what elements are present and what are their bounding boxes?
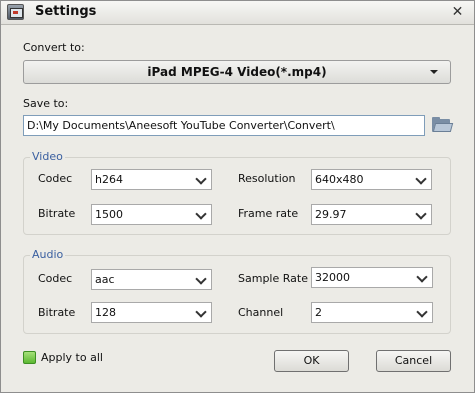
sample-rate-select[interactable]: 32000: [311, 267, 433, 288]
video-codec-select[interactable]: h264: [91, 169, 212, 190]
frame-rate-value: 29.97: [315, 208, 347, 221]
chevron-down-icon: [414, 172, 429, 187]
channel-value: 2: [315, 306, 322, 319]
audio-codec-value: aac: [95, 273, 115, 286]
chevron-down-icon: [194, 272, 209, 287]
chevron-down-icon: [415, 270, 430, 285]
apply-to-all-label: Apply to all: [41, 351, 103, 364]
settings-window: Settings ✕ Convert to: iPad MPEG-4 Video…: [0, 0, 475, 393]
cancel-button[interactable]: Cancel: [376, 350, 451, 372]
video-codec-label: Codec: [38, 172, 73, 185]
audio-bitrate-select[interactable]: 128: [91, 302, 212, 323]
resolution-select[interactable]: 640x480: [311, 169, 432, 190]
chevron-down-icon: [194, 172, 209, 187]
window-title: Settings: [35, 4, 97, 19]
video-group-title: Video: [30, 150, 65, 163]
app-icon: [7, 4, 24, 20]
audio-bitrate-value: 128: [95, 306, 116, 319]
output-format-value: iPad MPEG-4 Video(*.mp4): [147, 65, 327, 79]
chevron-down-icon: [414, 207, 429, 222]
save-path-input[interactable]: D:\My Documents\Aneesoft YouTube Convert…: [23, 115, 425, 136]
apply-to-all-checkbox[interactable]: [23, 351, 36, 364]
audio-bitrate-label: Bitrate: [38, 306, 76, 319]
video-codec-value: h264: [95, 173, 123, 186]
chevron-down-icon: [430, 70, 438, 74]
title-bar: Settings ✕: [1, 1, 474, 25]
channel-select[interactable]: 2: [311, 302, 433, 323]
resolution-label: Resolution: [238, 172, 296, 185]
channel-label: Channel: [238, 306, 284, 319]
video-bitrate-label: Bitrate: [38, 207, 76, 220]
video-bitrate-value: 1500: [95, 208, 123, 221]
resolution-value: 640x480: [315, 173, 364, 186]
video-bitrate-select[interactable]: 1500: [91, 204, 212, 225]
frame-rate-select[interactable]: 29.97: [311, 204, 432, 225]
sample-rate-label: Sample Rate: [238, 272, 308, 285]
ok-button[interactable]: OK: [274, 350, 349, 372]
sample-rate-value: 32000: [315, 271, 350, 284]
audio-codec-label: Codec: [38, 272, 73, 285]
chevron-down-icon: [415, 305, 430, 320]
close-icon[interactable]: ✕: [450, 5, 465, 20]
convert-to-label: Convert to:: [23, 41, 85, 54]
chevron-down-icon: [194, 207, 209, 222]
chevron-down-icon: [194, 305, 209, 320]
output-format-select[interactable]: iPad MPEG-4 Video(*.mp4): [23, 60, 451, 84]
folder-icon[interactable]: [432, 117, 454, 133]
save-to-label: Save to:: [23, 97, 69, 110]
audio-group-title: Audio: [30, 248, 66, 261]
audio-codec-select[interactable]: aac: [91, 269, 212, 290]
frame-rate-label: Frame rate: [238, 207, 299, 220]
